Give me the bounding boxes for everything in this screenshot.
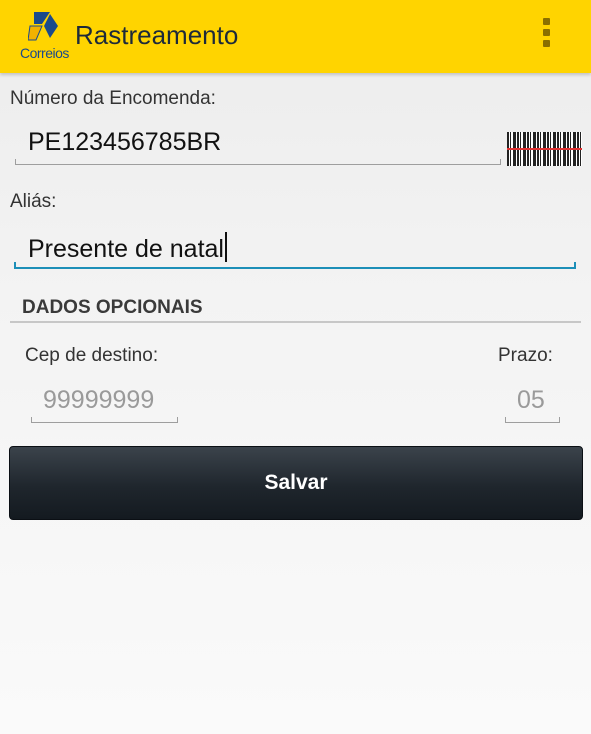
alias-value: Presente de natal [28, 235, 224, 263]
cep-label: Cep de destino: [25, 345, 159, 366]
cep-input[interactable]: 99999999 [43, 386, 154, 415]
cep-underline [31, 417, 178, 423]
prazo-underline [505, 417, 560, 423]
prazo-input[interactable]: 05 [517, 386, 545, 415]
logo-text: Correios [20, 45, 69, 61]
overflow-menu-icon[interactable] [538, 18, 554, 56]
scan-line [507, 148, 582, 150]
app-bar: Correios Rastreamento [0, 0, 591, 73]
alias-label: Aliás: [10, 191, 57, 212]
section-title: DADOS OPCIONAIS [22, 297, 203, 318]
alias-underline [14, 262, 576, 269]
page-title: Rastreamento [75, 20, 239, 50]
prazo-label: Prazo: [498, 345, 553, 366]
section-divider [10, 321, 581, 323]
alias-input[interactable]: Presente de natal [28, 232, 227, 264]
tracking-input[interactable]: PE123456785BR [28, 128, 221, 157]
logo-mark [28, 12, 58, 41]
barcode-scan-icon[interactable] [507, 132, 582, 166]
tracking-label: Número da Encomenda: [10, 88, 216, 109]
correios-logo-icon: Correios [18, 12, 70, 62]
tracking-underline [15, 159, 501, 165]
text-cursor [224, 232, 227, 262]
save-button[interactable]: Salvar [9, 446, 583, 520]
